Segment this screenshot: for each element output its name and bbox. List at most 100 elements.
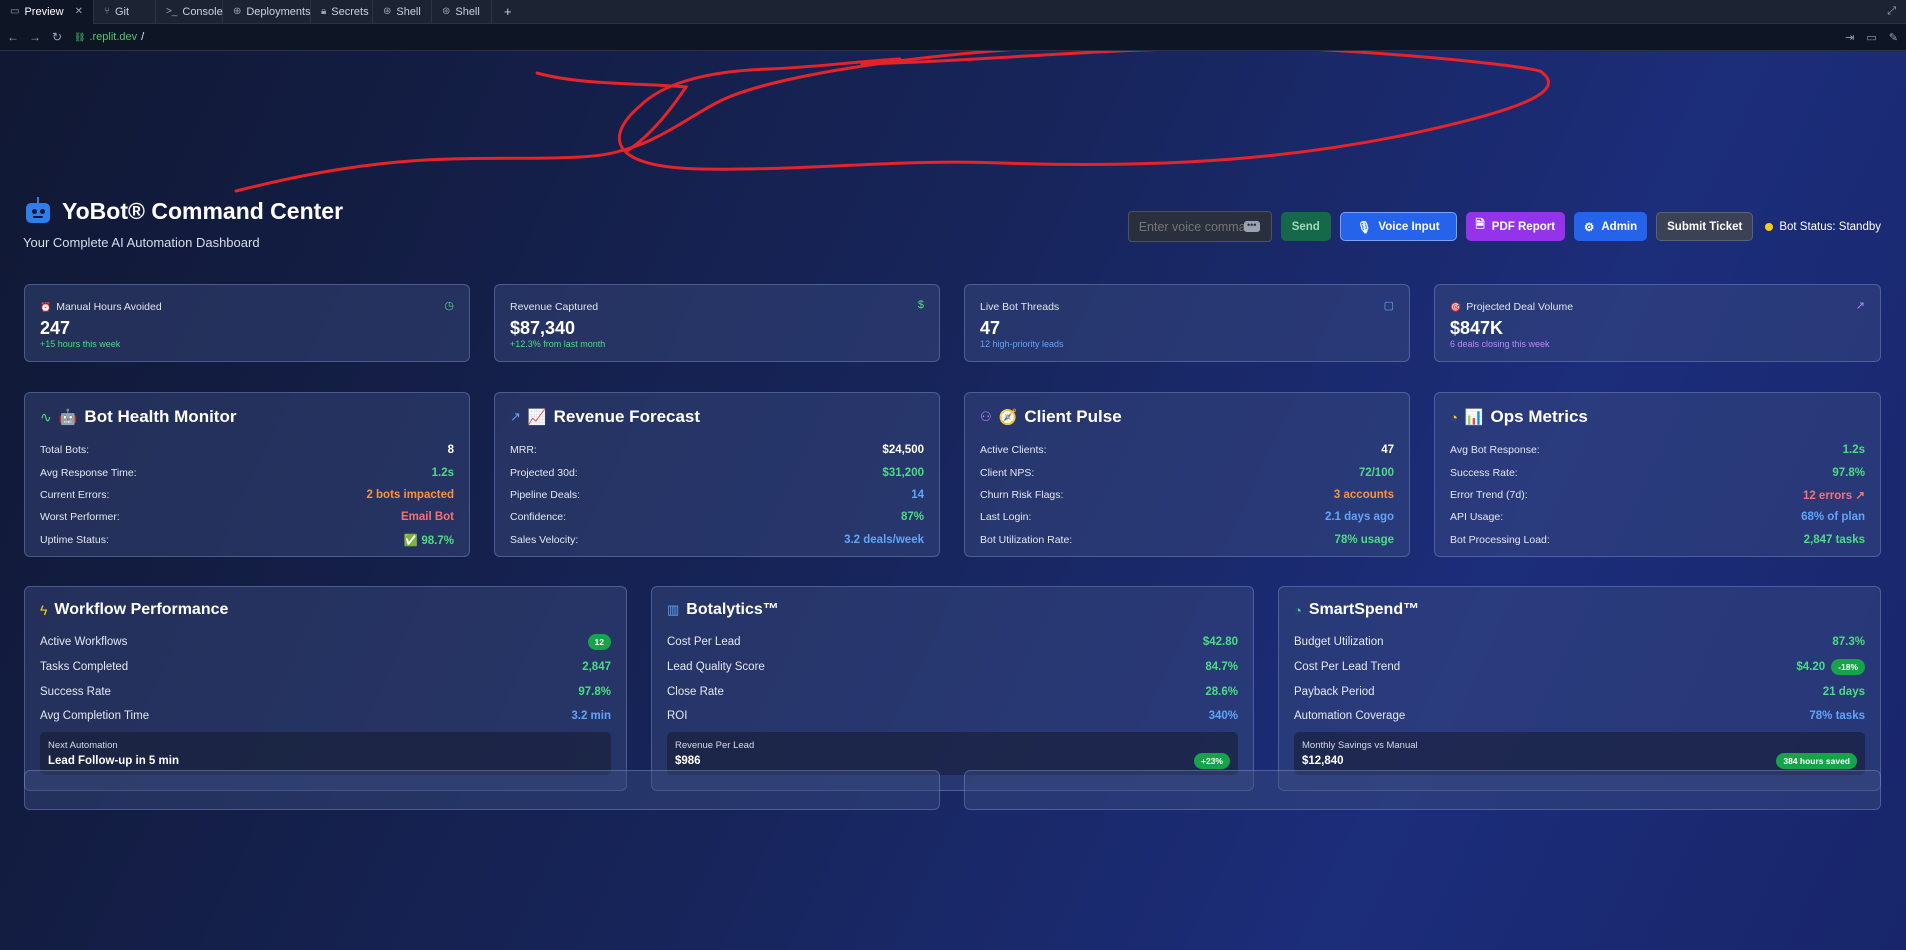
metric-value: $24,500 <box>882 444 924 457</box>
metric-label: Tasks Completed <box>40 661 129 674</box>
metric-row: Cost Per Lead Trend $4.20 -18% <box>1294 655 1865 680</box>
tab-label: Secrets <box>331 5 369 18</box>
robot-emoji-icon: 🤖 <box>58 409 78 426</box>
metric-label: Lead Quality Score <box>667 661 765 674</box>
kpi-delta: 12 high-priority leads <box>980 339 1064 349</box>
metric-value: $42.80 <box>1202 636 1238 649</box>
tab-console[interactable]: >_ Console <box>156 0 223 24</box>
close-icon[interactable]: ✕ <box>75 6 83 17</box>
voice-input-button[interactable]: 🎙︎ Voice Input <box>1339 212 1457 241</box>
metric-row: Bot Processing Load: 2,847 tasks <box>1450 529 1865 551</box>
revenue-forecast-card: ↗ 📈 Revenue Forecast MRR: $24,500 Project… <box>494 392 940 557</box>
shell-icon: ⊛ <box>441 6 451 17</box>
link-icon: ⛓︎ <box>74 31 86 42</box>
metric-value: 3.2 min <box>571 710 611 723</box>
more-icon[interactable]: ••• <box>1243 221 1260 232</box>
kpi-label: Projected Deal Volume <box>1466 301 1574 313</box>
metric-value: 3.2 deals/week <box>844 533 924 546</box>
metric-row: Pipeline Deals: 14 <box>510 484 924 506</box>
metric-value: 2,847 <box>582 661 611 674</box>
users-icon: ⚇ <box>980 409 992 424</box>
tab-secrets[interactable]: 🔒︎ Secrets <box>311 0 373 24</box>
tab-preview[interactable]: ▭ Preview ✕ <box>0 0 94 24</box>
card-title: Revenue Forecast <box>553 407 701 426</box>
metric-value: 12 errors ↗ <box>1802 489 1865 502</box>
bot-status: Bot Status: Standby <box>1765 221 1881 233</box>
metric-row: Sales Velocity: 3.2 deals/week <box>510 529 924 551</box>
metric-row: ROI 340% <box>667 704 1238 729</box>
url-path: / <box>141 31 145 43</box>
metric-label: Client NPS: <box>980 466 1035 479</box>
kpi-label: Revenue Captured <box>510 301 599 313</box>
metric-label: Cost Per Lead <box>667 636 741 649</box>
box-value: Lead Follow-up in 5 min <box>48 755 179 767</box>
pdf-report-button[interactable]: 🗎 PDF Report <box>1465 212 1566 241</box>
metric-value: 78% usage <box>1334 533 1394 546</box>
send-button[interactable]: Send <box>1280 212 1331 241</box>
metric-value: 1.2s <box>1842 444 1865 457</box>
open-external-icon[interactable]: ⇥ <box>1845 31 1854 44</box>
dashboard-header: YoBot® Command Center Your Complete AI A… <box>23 197 343 250</box>
tab-label: Shell <box>455 5 480 18</box>
metric-label: Close Rate <box>667 685 724 698</box>
bot-status-text: Bot Status: Standby <box>1779 220 1881 233</box>
submit-ticket-button[interactable]: Submit Ticket <box>1656 212 1754 241</box>
metric-row: Cost Per Lead $42.80 <box>667 630 1238 655</box>
metric-row: Success Rate 97.8% <box>40 679 611 704</box>
metric-label: Cost Per Lead Trend <box>1294 661 1401 674</box>
terminal-icon: >_ <box>165 6 178 17</box>
pie-chart-icon: ◔ <box>1294 602 1302 618</box>
metric-value: $31,200 <box>882 466 924 479</box>
kpi-label: Manual Hours Avoided <box>56 301 162 313</box>
address-field[interactable]: ⛓︎ .replit.dev / <box>74 31 144 43</box>
metric-label: Budget Utilization <box>1294 636 1384 649</box>
kpi-delta: +12.3% from last month <box>510 339 606 349</box>
change-badge: +23% <box>1194 753 1230 769</box>
metric-row: Payback Period 21 days <box>1294 679 1865 704</box>
metric-value: $4.20 <box>1796 661 1826 674</box>
card-title: SmartSpend™ <box>1308 601 1420 618</box>
kpi-value: $87,340 <box>510 318 576 338</box>
box-label: Monthly Savings vs Manual <box>1302 740 1418 751</box>
add-tab-button[interactable]: + <box>492 4 524 19</box>
chat-icon: ▢ <box>1383 300 1394 312</box>
metric-value: 1.2s <box>431 466 454 479</box>
metric-label: Active Workflows <box>40 636 128 649</box>
metric-label: Avg Completion Time <box>40 710 150 723</box>
wrench-icon[interactable]: ✎ <box>1889 31 1898 44</box>
metric-label: Active Clients: <box>980 444 1047 457</box>
metric-row: Churn Risk Flags: 3 accounts <box>980 484 1394 506</box>
metric-row: Budget Utilization 87.3% <box>1294 630 1865 655</box>
expand-icon[interactable]: ⤢ <box>1887 5 1896 18</box>
microphone-icon: 🎙︎ <box>1356 221 1372 234</box>
metric-value: 72/100 <box>1358 466 1394 479</box>
client-pulse-card: ⚇ 🧭 Client Pulse Active Clients: 47 Clien… <box>964 392 1410 557</box>
compass-emoji-icon: 🧭 <box>998 409 1018 426</box>
trend-up-icon: ↗ <box>1855 300 1865 312</box>
metric-label: Avg Bot Response: <box>1450 444 1540 457</box>
tab-git[interactable]: ⑂ Git <box>94 0 156 24</box>
kpi-label: Live Bot Threads <box>980 301 1060 313</box>
bottom-card-left <box>24 770 940 810</box>
devices-icon[interactable]: ▭ <box>1866 31 1876 44</box>
page-subtitle: Your Complete AI Automation Dashboard <box>23 235 260 250</box>
tab-deployments[interactable]: ⊕ Deployments <box>223 0 311 24</box>
forward-icon[interactable]: → <box>24 30 46 44</box>
back-icon[interactable]: ← <box>2 30 24 44</box>
metric-row: Total Bots: 8 <box>40 439 454 461</box>
reload-icon[interactable]: ↻ <box>46 30 68 44</box>
admin-button[interactable]: ⚙ Admin <box>1574 212 1648 241</box>
status-dot-icon <box>1765 222 1774 231</box>
card-title: Ops Metrics <box>1490 407 1588 426</box>
tab-shell[interactable]: ⊛ Shell <box>373 0 432 24</box>
metric-value: 2.1 days ago <box>1324 511 1394 524</box>
admin-label: Admin <box>1601 220 1638 233</box>
metric-row: Last Login: 2.1 days ago <box>980 506 1394 528</box>
revenue-per-lead-box: Revenue Per Lead $986 +23% <box>667 732 1238 775</box>
kpi-value: $847K <box>1450 318 1504 338</box>
metric-label: Payback Period <box>1294 685 1375 698</box>
deploy-icon: ⊕ <box>232 6 242 17</box>
tab-shell-2[interactable]: ⊛ Shell <box>432 0 492 24</box>
box-value: $12,840 <box>1302 755 1344 767</box>
metric-row: Automation Coverage 78% tasks <box>1294 704 1865 729</box>
